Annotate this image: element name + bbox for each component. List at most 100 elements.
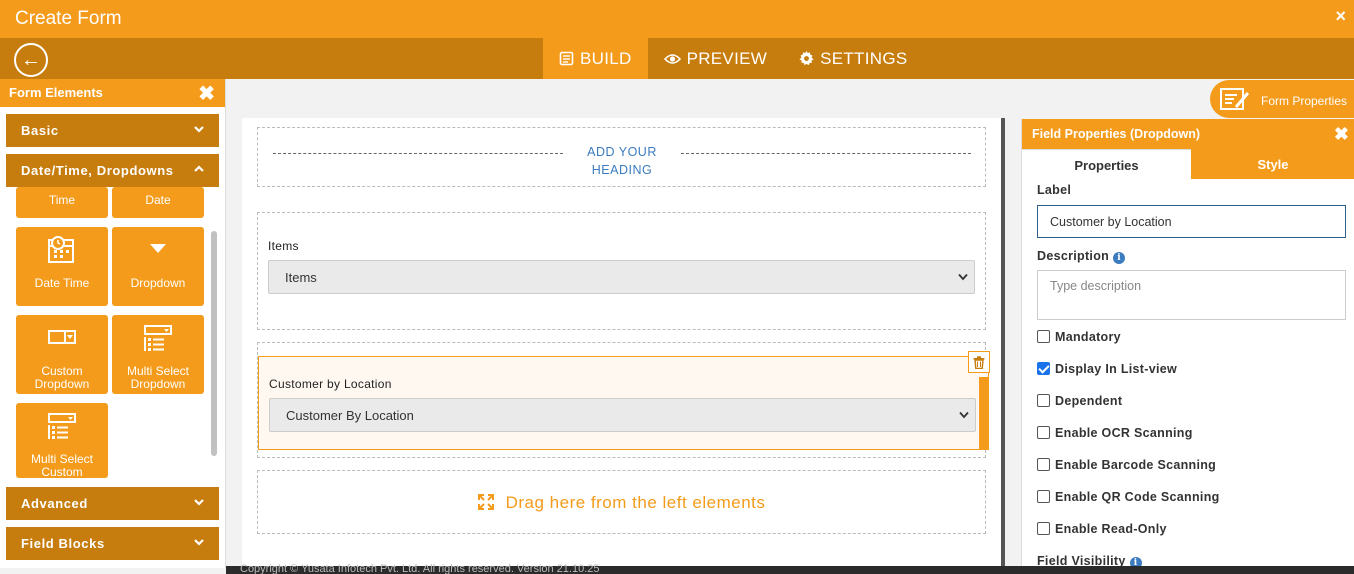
tab-properties[interactable]: Properties	[1022, 149, 1191, 179]
expand-arrows-icon	[477, 494, 494, 510]
field-properties-tabs: Properties Style	[1022, 149, 1354, 179]
delete-field-button[interactable]	[968, 351, 990, 373]
tab-build[interactable]: BUILD	[543, 38, 648, 79]
accordion-field-blocks[interactable]: Field Blocks	[6, 527, 219, 560]
element-time[interactable]: Time	[16, 187, 108, 218]
tab-preview[interactable]: PREVIEW	[648, 38, 784, 79]
accordion-datetime-dropdowns[interactable]: Date/Time, Dropdowns	[6, 154, 219, 187]
option-dependent[interactable]: Dependent	[1037, 394, 1122, 408]
builder-tabs: BUILD PREVIEW SETTINGS	[543, 38, 924, 79]
option-mandatory-label: Mandatory	[1055, 330, 1121, 344]
selected-field-highlight: Customer by Location Customer By Locatio…	[258, 356, 989, 450]
element-multi-select-dropdown[interactable]: Multi Select Dropdown	[112, 315, 204, 394]
element-multi-select-dropdown-label: Multi Select Dropdown	[126, 364, 190, 391]
element-dropdown[interactable]: Dropdown	[112, 227, 204, 306]
description-placeholder: Type description	[1050, 279, 1142, 293]
option-read-only-label: Enable Read-Only	[1055, 522, 1167, 536]
label-input[interactable]: Customer by Location	[1037, 205, 1346, 238]
items-select-value: Items	[285, 270, 317, 285]
tab-settings-label: SETTINGS	[820, 48, 908, 68]
accordion-advanced[interactable]: Advanced	[6, 487, 219, 520]
accordion-basic[interactable]: Basic	[6, 114, 219, 147]
multi-select-custom-icon	[48, 413, 76, 439]
option-qr-code-scanning[interactable]: Enable QR Code Scanning	[1037, 490, 1220, 504]
element-date-time-label: Date Time	[34, 276, 90, 290]
drop-zone-text: Drag here from the left elements	[505, 493, 766, 512]
heading-divider-left	[273, 153, 563, 154]
option-barcode-label: Enable Barcode Scanning	[1055, 458, 1217, 472]
chevron-down-icon	[194, 499, 204, 506]
option-barcode-scanning[interactable]: Enable Barcode Scanning	[1037, 458, 1216, 472]
description-caption: Description i	[1037, 249, 1126, 264]
close-window-button[interactable]: ×	[1335, 6, 1346, 27]
tab-style[interactable]: Style	[1191, 149, 1354, 179]
barcode-scanning-checkbox[interactable]	[1037, 458, 1050, 471]
field-properties-header: Field Properties (Dropdown) ✖	[1022, 119, 1354, 149]
element-custom-dropdown[interactable]: Custom Dropdown	[16, 315, 108, 394]
customer-select-value: Customer By Location	[286, 408, 414, 423]
read-only-checkbox[interactable]	[1037, 522, 1050, 535]
heading-divider-right	[681, 153, 971, 154]
element-dropdown-label: Dropdown	[130, 276, 186, 290]
label-input-value: Customer by Location	[1050, 215, 1172, 229]
heading-placeholder[interactable]: ADD YOUR HEADING	[563, 143, 681, 179]
heading-section[interactable]: ADD YOUR HEADING	[257, 127, 986, 187]
field-customer-by-location[interactable]: Customer by Location Customer By Locatio…	[257, 342, 990, 458]
elements-scrollbar[interactable]	[211, 231, 217, 456]
items-select[interactable]: Items	[268, 260, 975, 294]
tab-settings[interactable]: SETTINGS	[783, 38, 923, 79]
description-textarea[interactable]: Type description	[1037, 270, 1346, 320]
drop-zone-hint: Drag here from the left elements	[258, 493, 985, 513]
accordion-basic-label: Basic	[21, 123, 59, 138]
element-date-time[interactable]: Date Time	[16, 227, 108, 306]
description-caption-text: Description	[1037, 249, 1110, 263]
ocr-scanning-checkbox[interactable]	[1037, 426, 1050, 439]
window-title: Create Form	[15, 8, 122, 29]
accordion-datetime-label: Date/Time, Dropdowns	[21, 163, 174, 178]
close-icon[interactable]: ✖	[1334, 124, 1349, 145]
qr-code-scanning-checkbox[interactable]	[1037, 490, 1050, 503]
chevron-up-icon	[194, 165, 204, 172]
eye-icon	[663, 53, 681, 64]
option-mandatory[interactable]: Mandatory	[1037, 330, 1121, 344]
footer: Copyright © Yusata Infotech Pvt. Ltd. Al…	[226, 563, 1354, 574]
info-icon[interactable]: i	[1113, 252, 1126, 264]
element-multi-select-custom-label: Multi Select Custom	[30, 452, 94, 479]
form-elements-title: Form Elements	[9, 85, 103, 100]
form-properties-button[interactable]: Form Properties	[1210, 80, 1354, 118]
back-arrow-icon: ←	[21, 48, 41, 71]
chevron-down-icon	[959, 411, 969, 419]
display-in-list-view-checkbox[interactable]	[1037, 362, 1050, 375]
element-multi-select-custom[interactable]: Multi Select Custom	[16, 403, 108, 479]
option-read-only[interactable]: Enable Read-Only	[1037, 522, 1167, 536]
close-icon[interactable]: ✖	[198, 81, 215, 106]
element-date-label: Date	[145, 193, 171, 207]
back-button[interactable]: ←	[14, 43, 48, 77]
option-display-label: Display In List-view	[1055, 362, 1178, 376]
tab-build-label: BUILD	[580, 48, 632, 68]
gear-icon	[799, 51, 814, 66]
field-items[interactable]: Items Items	[257, 212, 986, 330]
mandatory-checkbox[interactable]	[1037, 330, 1050, 343]
chevron-down-icon	[194, 539, 204, 546]
chevron-down-icon	[958, 273, 968, 281]
caret-down-icon	[150, 244, 166, 253]
customer-by-location-select[interactable]: Customer By Location	[269, 398, 976, 432]
builder-toolbar: ← BUILD PREVIEW SETTINGS	[0, 38, 1354, 79]
option-qr-label: Enable QR Code Scanning	[1055, 490, 1220, 504]
calendar-clock-icon	[48, 236, 74, 263]
title-bar: Create Form ×	[0, 0, 1354, 38]
drop-zone[interactable]: Drag here from the left elements	[257, 470, 986, 534]
form-properties-label: Form Properties	[1261, 94, 1348, 108]
field-properties-panel: Field Properties (Dropdown) ✖ Properties…	[1021, 119, 1354, 569]
trash-icon	[973, 355, 985, 369]
resize-handle[interactable]	[979, 377, 989, 450]
option-ocr-scanning[interactable]: Enable OCR Scanning	[1037, 426, 1193, 440]
dependent-checkbox[interactable]	[1037, 394, 1050, 407]
tab-preview-label: PREVIEW	[686, 48, 768, 68]
form-edit-icon	[1220, 88, 1250, 110]
custom-dropdown-icon	[48, 330, 76, 344]
accordion-advanced-label: Advanced	[21, 496, 88, 511]
option-display-in-list-view[interactable]: Display In List-view	[1037, 362, 1177, 376]
element-date[interactable]: Date	[112, 187, 204, 218]
